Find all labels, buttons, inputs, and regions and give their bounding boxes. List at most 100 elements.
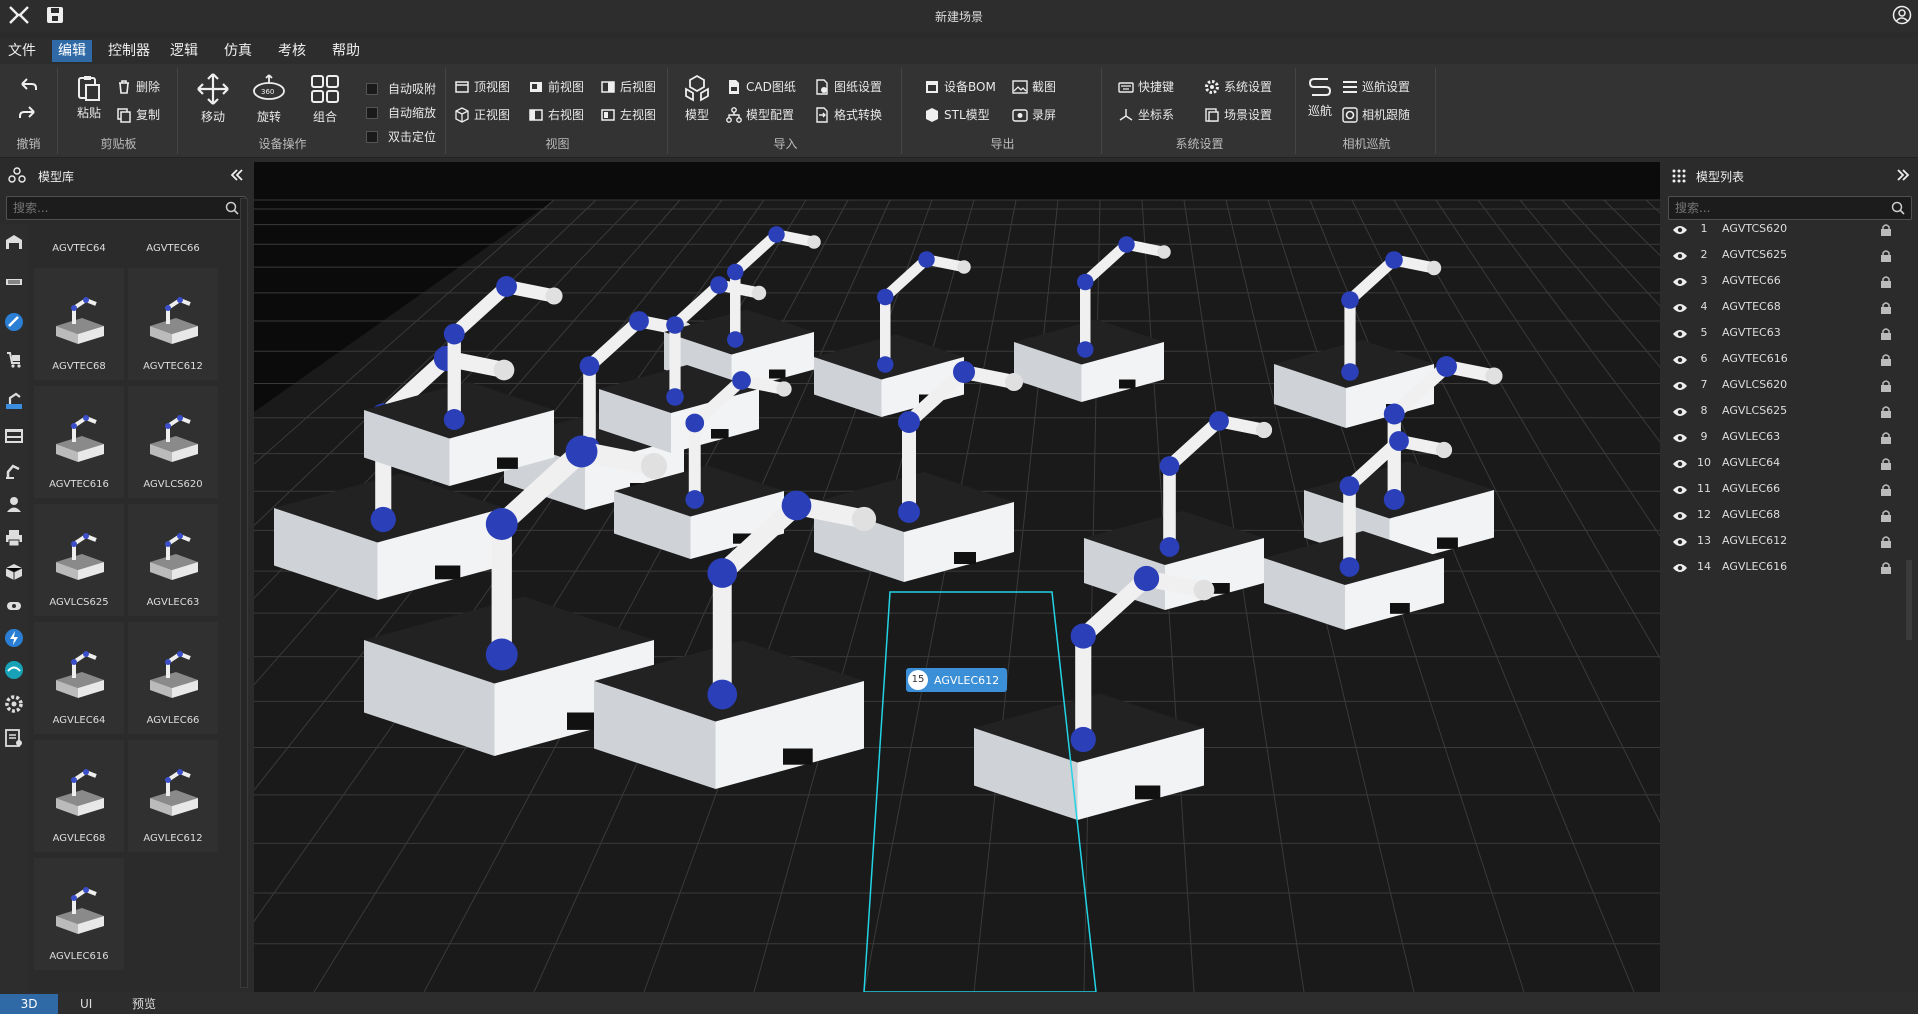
group-button[interactable]: 组合 bbox=[302, 72, 348, 125]
lock-icon[interactable] bbox=[1880, 379, 1892, 393]
3d-viewport[interactable]: 15 AGVLEC612 bbox=[254, 162, 1660, 992]
stl-model-button[interactable]: STL模型 bbox=[924, 106, 990, 123]
menu-edit[interactable]: 编辑 bbox=[52, 40, 92, 62]
eye-icon[interactable] bbox=[1672, 406, 1688, 418]
machine-icon[interactable] bbox=[4, 426, 24, 446]
tab-preview[interactable]: 预览 bbox=[120, 994, 168, 1014]
model-card[interactable]: AGVTEC68 bbox=[34, 268, 124, 380]
coord-system-button[interactable]: 坐标系 bbox=[1118, 106, 1174, 123]
menu-controller[interactable]: 控制器 bbox=[102, 40, 156, 62]
user-avatar-icon[interactable] bbox=[1892, 5, 1912, 25]
tab-ui[interactable]: UI bbox=[68, 994, 104, 1014]
eye-icon[interactable] bbox=[1672, 276, 1688, 288]
device-bom-button[interactable]: 设备BOM bbox=[924, 78, 996, 95]
menu-help[interactable]: 帮助 bbox=[326, 40, 366, 62]
shortcut-button[interactable]: 快捷键 bbox=[1118, 78, 1174, 95]
model-library-scrollbar[interactable] bbox=[240, 198, 248, 988]
auto-snap-box[interactable] bbox=[366, 82, 378, 95]
search-icon[interactable] bbox=[225, 201, 239, 215]
model-card[interactable]: AGVLCS625 bbox=[34, 504, 124, 616]
lock-icon[interactable] bbox=[1880, 405, 1892, 419]
search-icon[interactable] bbox=[1891, 201, 1905, 215]
printer-icon[interactable] bbox=[4, 528, 24, 548]
robot-arm-category-icon[interactable] bbox=[4, 390, 24, 410]
system-settings-button[interactable]: 系统设置 bbox=[1204, 78, 1272, 95]
auto-snap-checkbox[interactable]: 自动吸附 bbox=[366, 80, 436, 97]
person-icon[interactable] bbox=[4, 494, 24, 514]
model-list-scrollbar[interactable] bbox=[1906, 560, 1912, 640]
settings-category-icon[interactable] bbox=[4, 694, 24, 714]
redo-icon[interactable] bbox=[18, 104, 38, 122]
teal-device-icon[interactable] bbox=[4, 660, 24, 680]
collapse-left-icon[interactable] bbox=[230, 168, 244, 182]
eye-icon[interactable] bbox=[1672, 536, 1688, 548]
eye-icon[interactable] bbox=[1672, 458, 1688, 470]
lock-icon[interactable] bbox=[1880, 353, 1892, 367]
sensor-icon[interactable] bbox=[4, 596, 24, 616]
menu-logic[interactable]: 逻辑 bbox=[164, 40, 204, 62]
scene-settings-button[interactable]: 场景设置 bbox=[1204, 106, 1272, 123]
screenshot-button[interactable]: 截图 bbox=[1012, 78, 1056, 95]
eye-icon[interactable] bbox=[1672, 302, 1688, 314]
ortho-view-button[interactable]: 正视图 bbox=[454, 106, 510, 123]
model-card[interactable]: AGVLEC63 bbox=[128, 504, 218, 616]
eye-icon[interactable] bbox=[1672, 224, 1688, 236]
eye-icon[interactable] bbox=[1672, 328, 1688, 340]
lock-icon[interactable] bbox=[1880, 535, 1892, 549]
drawing-settings-button[interactable]: 图纸设置 bbox=[814, 78, 882, 95]
model-config-button[interactable]: 模型配置 bbox=[726, 106, 794, 123]
right-view-button[interactable]: 右视图 bbox=[528, 106, 584, 123]
left-view-button[interactable]: 左视图 bbox=[600, 106, 656, 123]
model-library-search-input[interactable] bbox=[7, 197, 210, 219]
lock-icon[interactable] bbox=[1880, 431, 1892, 445]
lightning-icon[interactable] bbox=[4, 628, 24, 648]
lock-icon[interactable] bbox=[1880, 223, 1892, 237]
lock-icon[interactable] bbox=[1880, 561, 1892, 575]
paste-button[interactable]: 粘贴 bbox=[66, 74, 112, 121]
collapse-right-icon[interactable] bbox=[1896, 168, 1910, 182]
model-card[interactable]: AGVLEC616 bbox=[34, 858, 124, 970]
model-list-row[interactable]: 14 AGVLEC616 bbox=[1662, 552, 1898, 584]
record-button[interactable]: 录屏 bbox=[1012, 106, 1056, 123]
import-model-button[interactable]: 模型 bbox=[676, 74, 718, 123]
cruise-settings-button[interactable]: 巡航设置 bbox=[1342, 78, 1410, 95]
3d-scene[interactable] bbox=[254, 162, 1660, 992]
auto-zoom-box[interactable] bbox=[366, 106, 378, 119]
document-settings-icon[interactable] bbox=[4, 728, 24, 748]
lock-icon[interactable] bbox=[1880, 249, 1892, 263]
camera-follow-button[interactable]: 相机跟随 bbox=[1342, 106, 1410, 123]
format-convert-button[interactable]: 格式转换 bbox=[814, 106, 882, 123]
auto-zoom-checkbox[interactable]: 自动缩放 bbox=[366, 104, 436, 121]
front-view-button[interactable]: 前视图 bbox=[528, 78, 584, 95]
back-view-button[interactable]: 后视图 bbox=[600, 78, 656, 95]
conveyor-icon[interactable] bbox=[4, 272, 24, 292]
lock-icon[interactable] bbox=[1880, 301, 1892, 315]
lock-icon[interactable] bbox=[1880, 275, 1892, 289]
menu-simulation[interactable]: 仿真 bbox=[218, 40, 258, 62]
undo-icon[interactable] bbox=[18, 76, 38, 94]
lock-icon[interactable] bbox=[1880, 457, 1892, 471]
eye-icon[interactable] bbox=[1672, 250, 1688, 262]
model-card[interactable]: AGVLEC66 bbox=[128, 622, 218, 734]
arm-icon[interactable] bbox=[4, 460, 24, 480]
lock-icon[interactable] bbox=[1880, 509, 1892, 523]
warehouse-icon[interactable] bbox=[4, 232, 24, 252]
delete-button[interactable]: 删除 bbox=[116, 78, 160, 95]
model-card[interactable]: AGVLEC64 bbox=[34, 622, 124, 734]
model-card[interactable]: AGVTEC66 bbox=[128, 234, 218, 260]
eye-icon[interactable] bbox=[1672, 354, 1688, 366]
top-view-button[interactable]: 顶视图 bbox=[454, 78, 510, 95]
model-card[interactable]: AGVLCS620 bbox=[128, 386, 218, 498]
model-card[interactable]: AGVLEC68 bbox=[34, 740, 124, 852]
box-icon[interactable] bbox=[4, 562, 24, 582]
menu-file[interactable]: 文件 bbox=[2, 40, 42, 62]
model-library-search[interactable] bbox=[6, 196, 246, 220]
rotate-button[interactable]: 360 旋转 bbox=[246, 72, 292, 125]
tool-blue-icon[interactable] bbox=[4, 312, 24, 332]
eye-icon[interactable] bbox=[1672, 562, 1688, 574]
model-card[interactable]: AGVTEC616 bbox=[34, 386, 124, 498]
cad-drawing-button[interactable]: CAD图纸 bbox=[726, 78, 796, 95]
menu-assessment[interactable]: 考核 bbox=[272, 40, 312, 62]
copy-button[interactable]: 复制 bbox=[116, 106, 160, 123]
lock-icon[interactable] bbox=[1880, 483, 1892, 497]
